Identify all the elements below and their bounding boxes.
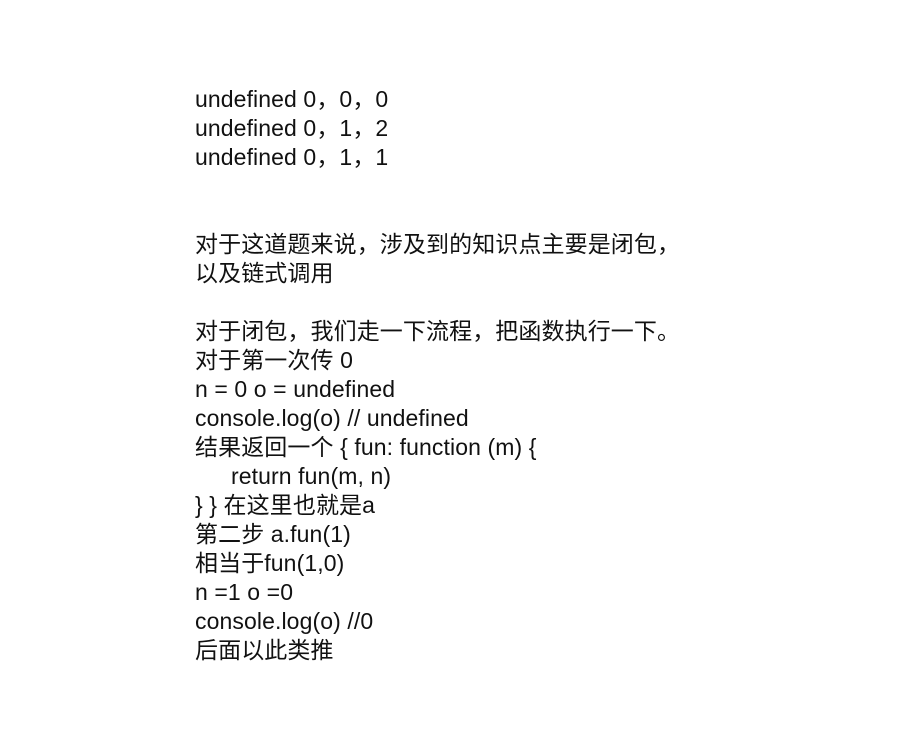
code-line-indented: return fun(m, n) xyxy=(231,463,392,489)
paragraph-line: 第二步 a.fun(1) xyxy=(195,521,351,547)
output-line: undefined 0，1，2 xyxy=(195,115,389,141)
output-line: undefined 0，1，1 xyxy=(195,144,389,170)
paragraph-line: 对于这道题来说，涉及到的知识点主要是闭包， xyxy=(195,231,681,257)
code-line: } } 在这里也就是a xyxy=(195,492,376,518)
paragraph-line: 对于闭包，我们走一下流程，把函数执行一下。 xyxy=(195,318,681,344)
paragraph-line: 相当于fun(1,0) xyxy=(195,550,345,576)
explanation-paragraph: 对于闭包，我们走一下流程，把函数执行一下。 对于第一次传 0 n = 0 o =… xyxy=(195,317,815,665)
code-line: n = 0 o = undefined xyxy=(195,376,396,402)
paragraph-line: 以及链式调用 xyxy=(195,260,334,286)
output-line: undefined 0，0，0 xyxy=(195,86,389,112)
output-block: undefined 0，0，0 undefined 0，1，2 undefine… xyxy=(195,85,815,172)
paragraph-line: 后面以此类推 xyxy=(195,637,334,663)
code-line: n =1 o =0 xyxy=(195,579,294,605)
code-line: console.log(o) // undefined xyxy=(195,405,469,431)
code-line: console.log(o) //0 xyxy=(195,608,374,634)
document-body: undefined 0，0，0 undefined 0，1，2 undefine… xyxy=(195,85,815,665)
code-line: 结果返回一个 { fun: function (m) { xyxy=(195,434,537,460)
intro-paragraph: 对于这道题来说，涉及到的知识点主要是闭包， 以及链式调用 xyxy=(195,230,815,288)
paragraph-line: 对于第一次传 0 xyxy=(195,347,353,373)
